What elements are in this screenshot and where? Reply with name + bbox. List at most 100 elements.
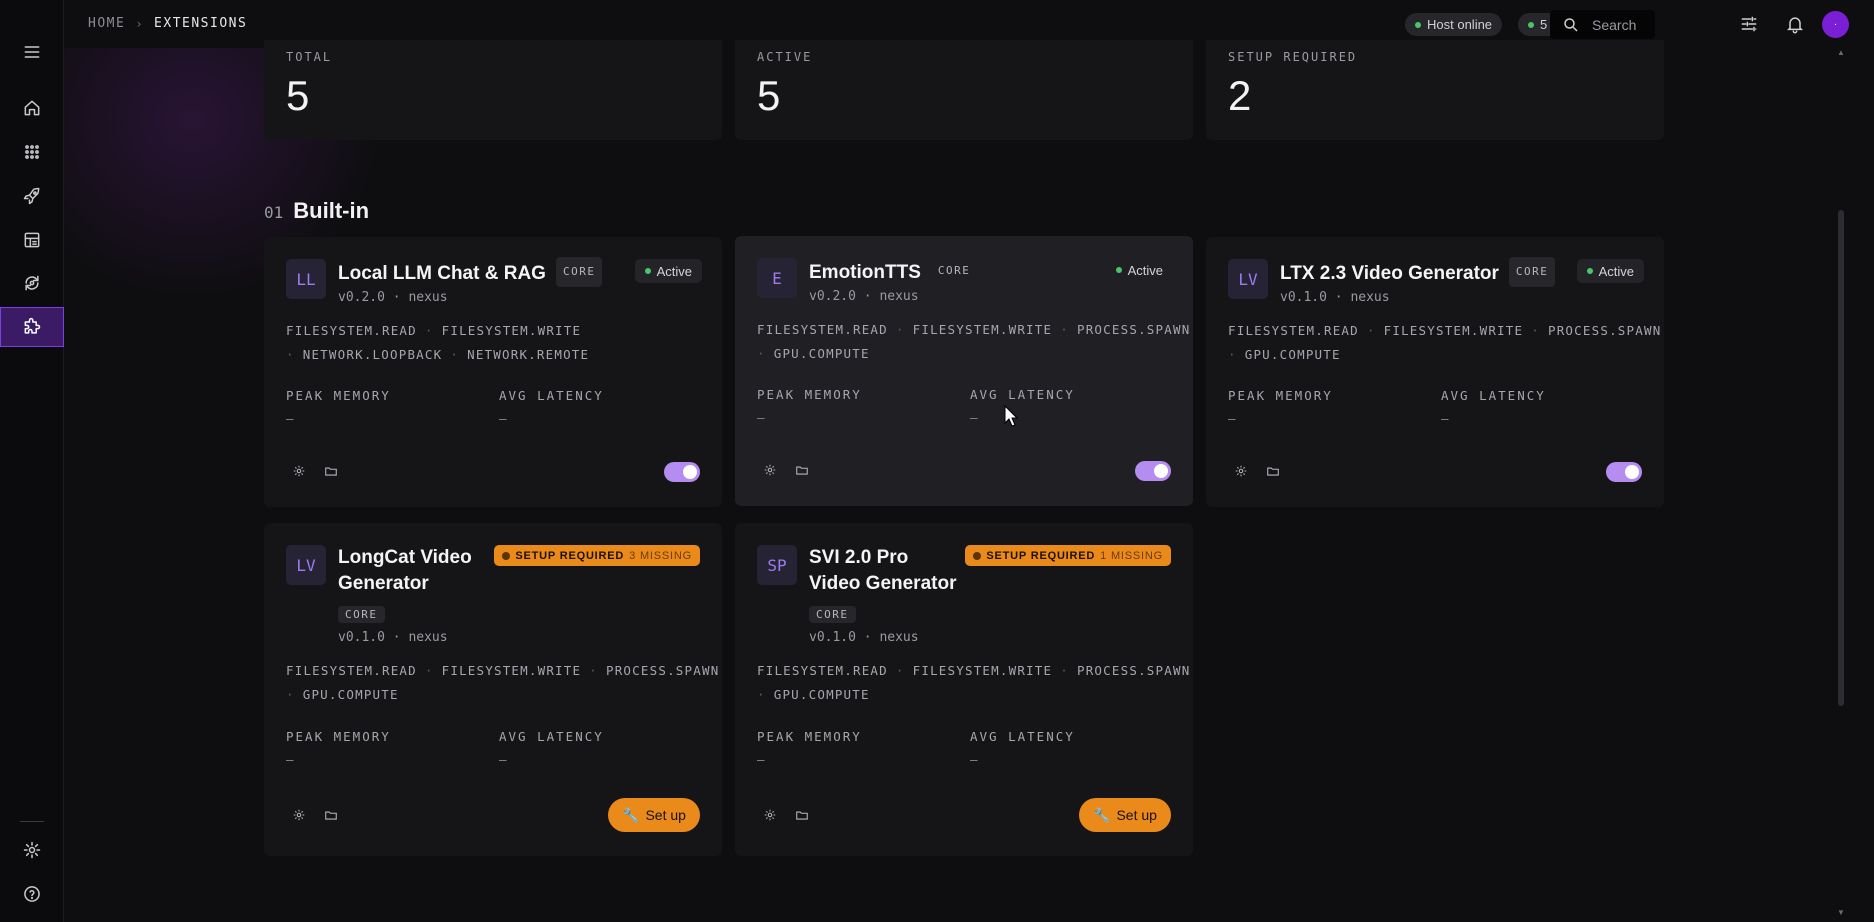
sidebar-item-help[interactable] (0, 874, 64, 914)
filters-icon[interactable] (1737, 12, 1761, 36)
warning-dot-icon (973, 551, 982, 560)
sidebar-item-extensions[interactable] (0, 307, 64, 347)
extension-card-emotiontts[interactable]: E EmotionTTS CORE v0.2.0 · nexus Active F… (735, 236, 1193, 506)
permission: FILESYSTEM.WRITE (912, 663, 1053, 678)
toggle-knob (1625, 465, 1639, 479)
sync-icon (25, 275, 39, 291)
dashboard-icon (24, 232, 40, 248)
scroll-down-arrow[interactable]: ▼ (1836, 908, 1846, 917)
metric-value: — (286, 752, 294, 767)
folder-icon[interactable] (794, 807, 810, 823)
avatar[interactable]: · (1822, 11, 1849, 38)
scroll-up-arrow[interactable]: ▲ (1836, 48, 1846, 57)
gear-icon[interactable] (762, 462, 778, 478)
online-dot-icon (1415, 21, 1421, 28)
extension-card-svi-video[interactable]: SP SVI 2.0 Pro Video Generator CORE v0.1.… (735, 523, 1193, 856)
extension-name-text: Local LLM Chat & RAG (338, 263, 546, 285)
extension-logo: LL (286, 259, 326, 299)
setup-required-badge: SETUP REQUIRED 1 MISSING (965, 545, 1171, 566)
menu-icon[interactable] (0, 32, 64, 72)
stat-value: 2 (1228, 72, 1252, 119)
missing-count: 1 MISSING (1100, 549, 1163, 562)
metric-value: — (757, 752, 765, 767)
extension-name-line: LongCat Video (338, 547, 472, 568)
gear-icon[interactable] (762, 807, 778, 823)
enable-toggle[interactable] (1606, 462, 1642, 482)
permission: PROCESS.SPAWN (1076, 322, 1191, 337)
sidebar-item-home[interactable] (0, 88, 64, 128)
extension-meta: v0.2.0 · nexus (338, 290, 448, 305)
folder-icon[interactable] (794, 462, 810, 478)
status-label: Active (1127, 262, 1163, 278)
setup-button[interactable]: 🔧 Set up (1079, 798, 1171, 832)
peak-memory-metric: PEAK MEMORY — (286, 388, 391, 426)
extension-card-ltx-video[interactable]: LV LTX 2.3 Video Generator CORE v0.1.0 · … (1206, 237, 1664, 507)
sidebar-item-settings[interactable] (0, 830, 64, 870)
stat-value: 5 (286, 72, 310, 119)
metric-value: — (757, 410, 765, 425)
enable-toggle[interactable] (664, 462, 700, 482)
puzzle-icon (24, 317, 41, 334)
extension-logo: LV (1228, 259, 1268, 299)
mouse-cursor-icon (1004, 405, 1018, 427)
permission: GPU.COMPUTE (302, 687, 399, 702)
active-dot-icon (1115, 267, 1122, 273)
search-icon (1564, 17, 1578, 32)
breadcrumb-current: EXTENSIONS (154, 16, 248, 31)
permission: FILESYSTEM.READ (757, 663, 888, 678)
sidebar-item-dashboard[interactable] (0, 220, 64, 260)
breadcrumb-home[interactable]: HOME (88, 16, 125, 31)
toggle-knob (1154, 464, 1168, 478)
setup-required-label: SETUP REQUIRED (986, 549, 1096, 562)
setup-button[interactable]: 🔧 Set up (608, 798, 700, 832)
permission: PROCESS.SPAWN (605, 663, 720, 678)
enable-toggle[interactable] (1135, 461, 1171, 481)
active-dot-icon (644, 268, 651, 274)
gear-icon[interactable] (291, 807, 307, 823)
status-badge: Active (1576, 259, 1644, 283)
gear-icon[interactable] (1233, 463, 1249, 479)
metric-label: PEAK MEMORY (757, 729, 862, 744)
permissions-list: FILESYSTEM.READ · FILESYSTEM.WRITE · NETWOR… (286, 323, 590, 362)
sidebar (0, 0, 64, 922)
section-title: Built-in (293, 198, 370, 223)
folder-icon[interactable] (323, 463, 339, 479)
scrollbar-thumb[interactable] (1838, 210, 1844, 706)
status-badge: Active (1106, 258, 1173, 282)
metric-value: — (970, 752, 978, 767)
permission: GPU.COMPUTE (773, 687, 870, 702)
setup-required-label: SETUP REQUIRED (515, 549, 625, 562)
peak-memory-metric: PEAK MEMORY — (757, 387, 862, 425)
avg-latency-metric: AVG LATENCY — (970, 387, 1075, 425)
extension-meta: v0.1.0 · nexus (1280, 290, 1390, 305)
extension-name-line: SVI 2.0 Pro (809, 547, 909, 568)
sidebar-item-launch[interactable] (0, 176, 64, 216)
extension-logo: LV (286, 545, 326, 585)
metric-value: — (286, 411, 294, 426)
status-label: Active (656, 263, 692, 279)
status-badge: Active (634, 259, 702, 283)
sidebar-item-apps[interactable] (0, 132, 64, 172)
extension-card-longcat-video[interactable]: LV LongCat Video Generator CORE v0.1.0 · … (264, 523, 722, 856)
folder-icon[interactable] (323, 807, 339, 823)
extension-card-local-llm[interactable]: LL Local LLM Chat & RAG CORE v0.2.0 · nex… (264, 237, 722, 507)
stat-label: SETUP REQUIRED (1228, 50, 1358, 64)
metric-label: AVG LATENCY (970, 729, 1075, 744)
peak-memory-metric: PEAK MEMORY — (1228, 388, 1333, 426)
missing-count: 3 MISSING (629, 549, 692, 562)
metric-label: PEAK MEMORY (757, 387, 862, 402)
search-button[interactable]: Search (1550, 10, 1655, 39)
stat-active: ACTIVE 5 (735, 40, 1193, 140)
bell-icon[interactable] (1783, 12, 1807, 36)
settings-icon (23, 841, 41, 859)
extension-name-line: Generator (338, 573, 429, 594)
folder-icon[interactable] (1265, 463, 1281, 479)
gear-icon[interactable] (291, 463, 307, 479)
breadcrumb: HOME › EXTENSIONS (88, 16, 247, 31)
metric-value: — (970, 410, 978, 425)
active-dot-icon (1586, 268, 1593, 274)
host-status-badge: Host online (1405, 13, 1503, 36)
sidebar-item-sync[interactable] (0, 263, 64, 303)
warning-dot-icon (502, 551, 511, 560)
sidebar-divider (20, 821, 44, 822)
